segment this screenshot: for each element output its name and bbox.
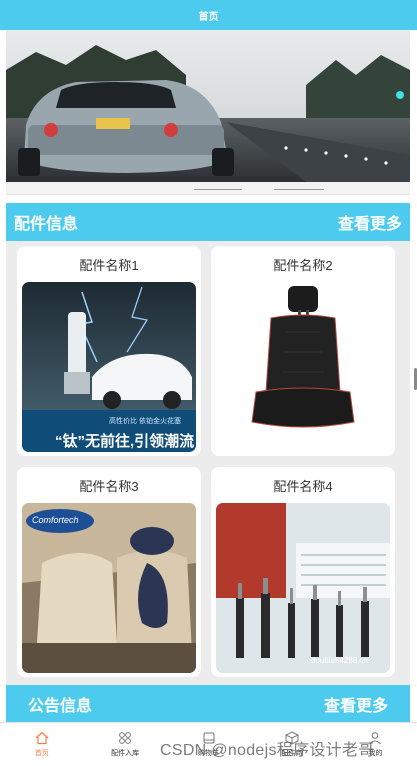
- tab-home[interactable]: 首页: [0, 723, 83, 766]
- shock-absorber-watermark: double54288.cn: [311, 656, 368, 665]
- csdn-watermark: CSDN @nodejs程序设计老哥: [160, 742, 375, 759]
- page-title: 首页: [198, 11, 219, 23]
- part-name: 配件名称4: [273, 478, 333, 494]
- banner-car-image: [6, 30, 410, 182]
- tab-label: 配件入库: [111, 750, 140, 757]
- notice-section-title: 公告信息: [28, 698, 93, 715]
- page-header: 首页: [0, 0, 417, 30]
- indicator-dash: [274, 189, 324, 190]
- parts-section-title: 配件信息: [14, 216, 79, 233]
- tab-parts-stock[interactable]: 配件入库: [83, 723, 166, 766]
- part-name: 配件名称1: [79, 257, 139, 273]
- parts-more-link[interactable]: 查看更多: [338, 210, 402, 234]
- part-card[interactable]: 配件名称2: [211, 246, 395, 456]
- notice-section-header: 公告信息 查看更多: [6, 685, 410, 723]
- comfortech-brand: Comfortech: [32, 515, 79, 525]
- shock-absorber-image: [216, 503, 390, 673]
- banner-carousel[interactable]: [6, 30, 410, 182]
- part-name: 配件名称2: [273, 257, 333, 273]
- spark-plug-slogan: “钛”无前往,引领潮流: [55, 433, 195, 450]
- part-card[interactable]: 配件名称1 “钛”无前往,引领潮流 高性价比 依铂金火花塞: [17, 246, 201, 456]
- part-card[interactable]: 配件名称4 double54288.cn: [211, 467, 395, 677]
- car-interior-image: [22, 503, 196, 673]
- part-name: 配件名称3: [79, 478, 139, 494]
- tab-label: 首页: [34, 750, 49, 757]
- notice-more-link[interactable]: 查看更多: [324, 692, 388, 716]
- parts-section-header: 配件信息 查看更多: [6, 203, 410, 241]
- banner-indicator: [6, 182, 410, 195]
- home-icon: [35, 731, 49, 745]
- grid-icon: [119, 732, 132, 744]
- spark-plug-tagline: 高性价比 依铂金火花塞: [109, 418, 181, 425]
- indicator-dash: [194, 189, 242, 190]
- part-card[interactable]: 配件名称3 Comfortech: [17, 467, 201, 677]
- spark-plug-image: [22, 282, 196, 452]
- car-seat-image: [216, 282, 390, 452]
